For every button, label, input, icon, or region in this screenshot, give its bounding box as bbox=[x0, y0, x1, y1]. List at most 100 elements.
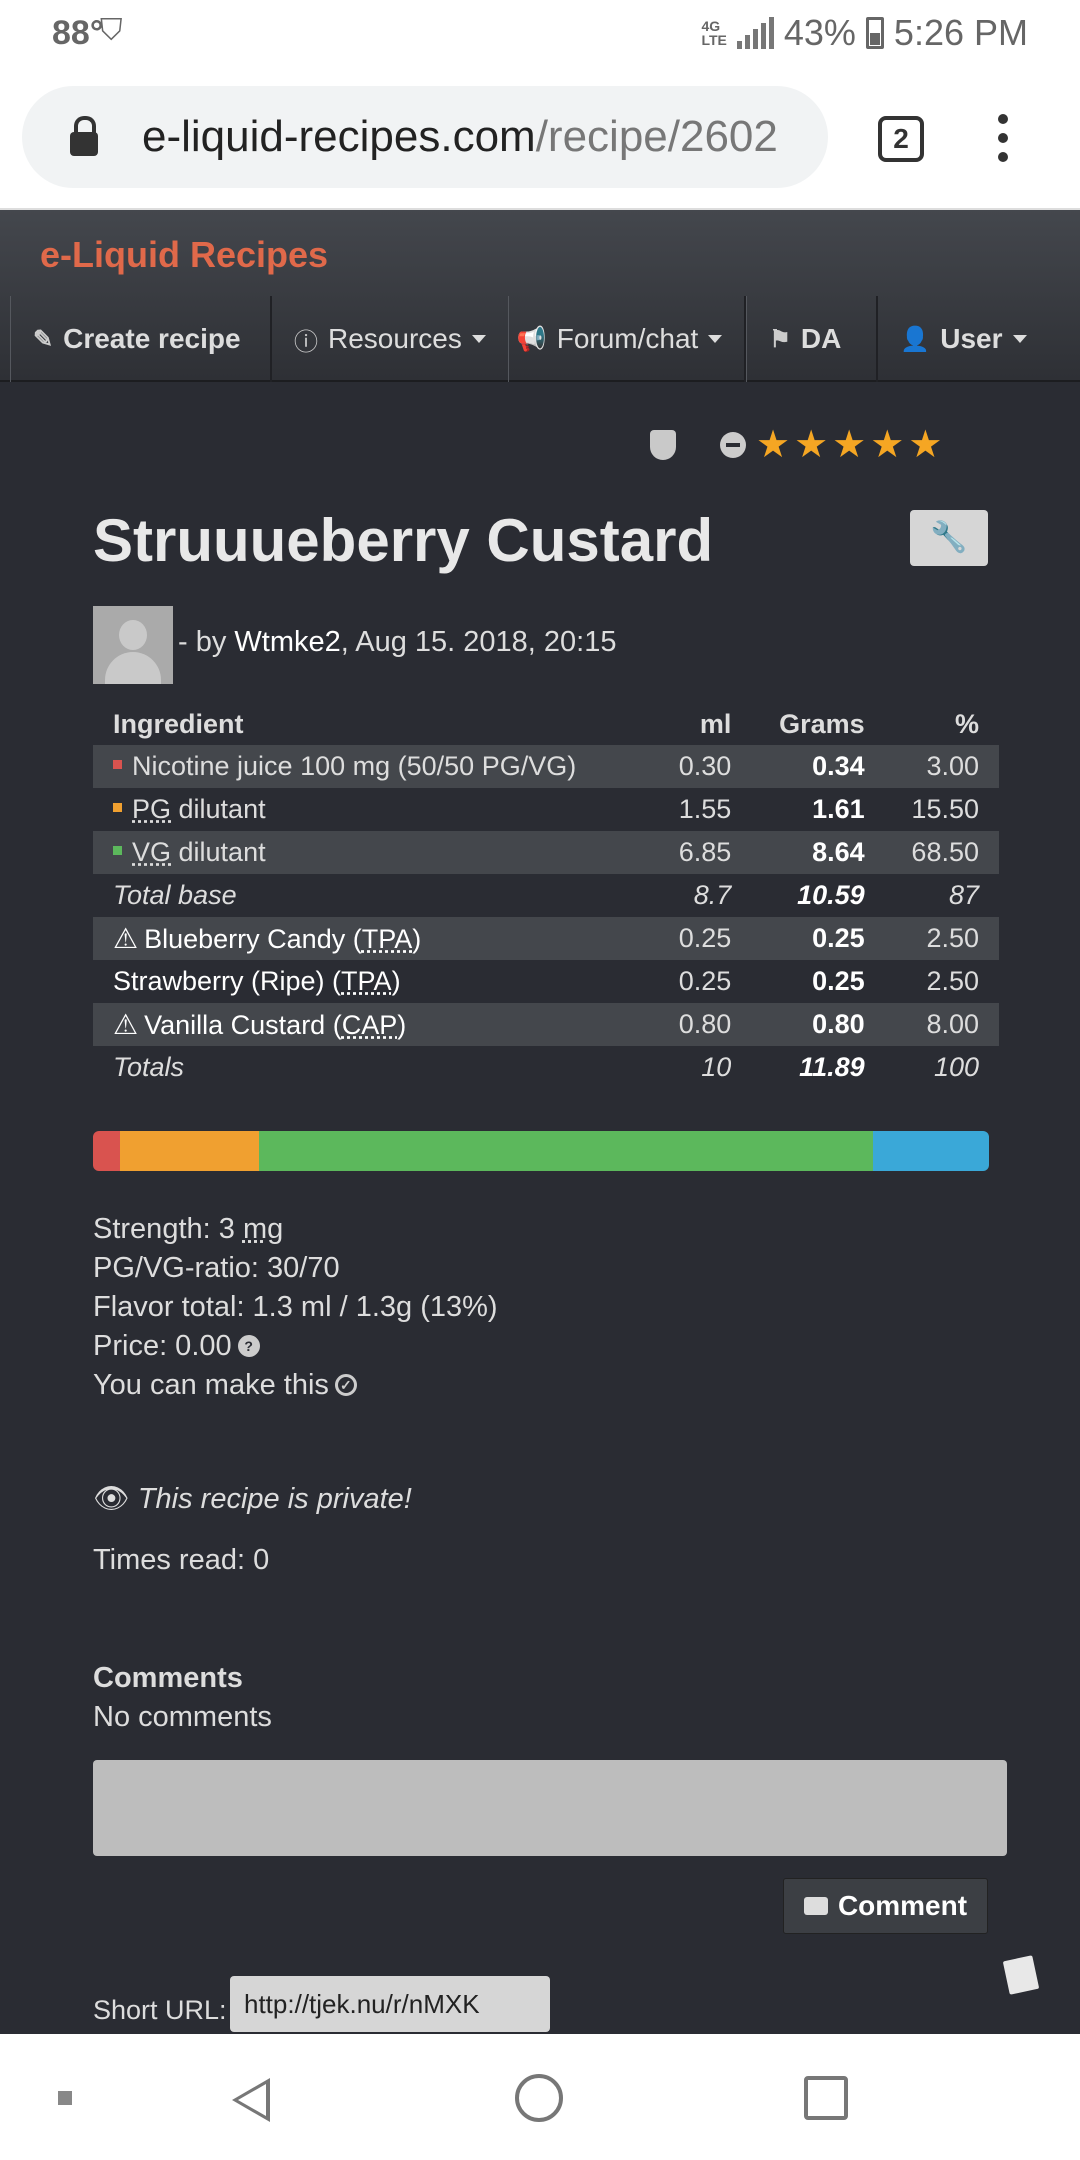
pg-vg-ratio: PG/VG-ratio: 30/70 bbox=[93, 1252, 340, 1284]
ml-value: 6.85 bbox=[653, 831, 752, 874]
wifi-shield-icon: ⛉ bbox=[100, 14, 123, 47]
ml-value: 1.55 bbox=[678, 794, 732, 824]
site-logo[interactable]: e-Liquid Recipes bbox=[40, 234, 328, 276]
grams-value: 10.59 bbox=[797, 880, 865, 910]
table-row-total-base: Total base 8.7 10.59 87 bbox=[93, 874, 999, 917]
percent-value: 100 bbox=[933, 1052, 979, 1082]
percent-value: 15.50 bbox=[911, 794, 979, 824]
wrench-icon[interactable]: 🔧 bbox=[910, 510, 988, 566]
vendor-abbr[interactable]: TPA bbox=[341, 966, 392, 996]
url-domain: e-liquid-recipes.com bbox=[142, 112, 536, 161]
ingredient-label: dilutant bbox=[171, 837, 266, 867]
flavor-link[interactable]: Blueberry Candy ( bbox=[144, 924, 362, 954]
mix-segment-nicotine bbox=[93, 1131, 120, 1171]
by-prefix: - by bbox=[178, 626, 235, 658]
grams-value: 8.64 bbox=[751, 831, 885, 874]
url-text: e-liquid-recipes.com/recipe/2602 bbox=[142, 112, 778, 162]
address-bar[interactable]: e-liquid-recipes.com/recipe/2602 bbox=[22, 86, 828, 188]
times-read: Times read: 0 bbox=[93, 1544, 270, 1576]
flavor-link[interactable]: Strawberry (Ripe) ( bbox=[113, 966, 341, 996]
vendor-abbr[interactable]: CAP bbox=[342, 1010, 398, 1040]
mix-segment-pg bbox=[119, 1131, 259, 1171]
ml-value: 0.30 bbox=[653, 745, 752, 788]
help-icon[interactable]: ? bbox=[237, 1335, 260, 1357]
home-icon[interactable] bbox=[515, 2074, 563, 2122]
status-bar: 88° ⛉ 4G LTE 43% 5:26 PM bbox=[0, 0, 1080, 64]
clock: 5:26 PM bbox=[893, 12, 1028, 53]
star-icon[interactable]: ★ bbox=[832, 426, 866, 464]
vendor-abbr[interactable]: TPA bbox=[362, 924, 413, 954]
nav-forum[interactable]: 📢 Forum/chat bbox=[507, 296, 747, 382]
header-ingredient: Ingredient bbox=[113, 708, 244, 739]
user-icon: 👤 bbox=[900, 325, 931, 353]
table-row: ⚠ Blueberry Candy (TPA) 0.25 0.25 2.50 bbox=[93, 917, 999, 960]
nav-forum-label: Forum/chat bbox=[556, 323, 699, 354]
private-text: This recipe is private! bbox=[137, 1483, 412, 1515]
nav-da-label: DA bbox=[800, 323, 842, 354]
browser-toolbar: e-liquid-recipes.com/recipe/2602 2 bbox=[0, 64, 1080, 210]
network-icon: 4G LTE bbox=[701, 18, 727, 48]
shield-icon[interactable] bbox=[650, 430, 676, 460]
color-swatch bbox=[113, 803, 122, 812]
recipe-stats: Strength: 3 mg PG/VG-ratio: 30/70 Flavor… bbox=[93, 1210, 498, 1405]
battery-percent: 43% bbox=[783, 12, 856, 53]
table-row: Strawberry (Ripe) (TPA) 0.25 0.25 2.50 bbox=[93, 960, 999, 1003]
nav-user[interactable]: 👤 User bbox=[878, 296, 1054, 382]
nav-create-label: Create recipe bbox=[63, 323, 241, 354]
ml-value: 0.25 bbox=[653, 917, 752, 960]
short-url-label: Short URL: bbox=[93, 1995, 227, 2025]
comment-button-label: Comment bbox=[837, 1890, 968, 1921]
notepad-icon[interactable] bbox=[1002, 1955, 1040, 1995]
percent-value: 2.50 bbox=[884, 917, 999, 960]
percent-value: 2.50 bbox=[926, 966, 979, 996]
private-notice: 👁 This recipe is private! bbox=[93, 1482, 412, 1516]
recent-apps-icon[interactable] bbox=[804, 2076, 848, 2120]
table-row: VG dilutant 6.85 8.64 68.50 bbox=[93, 831, 999, 874]
paren: ) bbox=[397, 1010, 407, 1040]
comment-textarea[interactable] bbox=[93, 1760, 1007, 1856]
remove-rating-icon[interactable] bbox=[720, 432, 746, 458]
back-icon[interactable] bbox=[232, 2078, 270, 2122]
ingredient-name: PG dilutant bbox=[93, 788, 653, 831]
avatar[interactable] bbox=[93, 606, 173, 684]
ingredient-label: Nicotine juice 100 mg (50/50 PG/VG) bbox=[132, 751, 577, 781]
grams-value: 11.89 bbox=[799, 1052, 865, 1082]
ingredient-abbr[interactable]: VG bbox=[132, 837, 171, 867]
total-base-label: Total base bbox=[113, 880, 237, 910]
ingredient-name: ⚠ Vanilla Custard (CAP) bbox=[93, 1003, 653, 1046]
battery-icon bbox=[865, 17, 884, 49]
price-value: Price: 0.00 bbox=[93, 1330, 232, 1362]
table-row: PG dilutant 1.55 1.61 15.50 bbox=[93, 788, 999, 831]
more-options-icon[interactable] bbox=[998, 114, 1010, 171]
ingredient-abbr[interactable]: PG bbox=[132, 794, 171, 824]
nav-da[interactable]: ⚑ DA bbox=[746, 296, 879, 382]
star-icon[interactable]: ★ bbox=[908, 426, 942, 464]
tab-switcher-button[interactable]: 2 bbox=[878, 116, 924, 162]
ingredient-name: VG dilutant bbox=[93, 831, 653, 874]
no-comments-text: No comments bbox=[93, 1701, 272, 1733]
comment-button[interactable]: Comment bbox=[783, 1878, 988, 1934]
nav-resources[interactable]: ⓘ Resources bbox=[272, 296, 508, 382]
author-link[interactable]: Wtmke2 bbox=[234, 626, 340, 658]
star-icon[interactable]: ★ bbox=[756, 426, 790, 464]
warning-icon: ⚠ bbox=[113, 923, 139, 954]
table-header: Ingredient ml Grams % bbox=[93, 703, 999, 745]
chevron-down-icon bbox=[1012, 335, 1027, 343]
chevron-down-icon bbox=[708, 335, 723, 343]
grams-value: 0.25 bbox=[751, 917, 885, 960]
nav-dot-icon bbox=[58, 2091, 72, 2105]
color-swatch bbox=[113, 846, 122, 855]
grams-value: 1.61 bbox=[812, 794, 865, 824]
short-url-field[interactable]: http://tjek.nu/r/nMXK bbox=[230, 1976, 550, 2032]
ingredient-name: ⚠ Blueberry Candy (TPA) bbox=[93, 917, 653, 960]
ingredient-name: Strawberry (Ripe) (TPA) bbox=[93, 960, 653, 1003]
strength-unit[interactable]: mg bbox=[243, 1213, 283, 1245]
ingredient-label: dilutant bbox=[171, 794, 266, 824]
check-circle-icon: ✓ bbox=[334, 1374, 357, 1396]
megaphone-icon: 📢 bbox=[516, 325, 547, 353]
comment-icon bbox=[803, 1897, 828, 1915]
star-icon[interactable]: ★ bbox=[794, 426, 828, 464]
flavor-link[interactable]: Vanilla Custard ( bbox=[144, 1010, 342, 1040]
nav-create-recipe[interactable]: ✎ Create recipe bbox=[10, 296, 272, 382]
star-icon[interactable]: ★ bbox=[870, 426, 904, 464]
